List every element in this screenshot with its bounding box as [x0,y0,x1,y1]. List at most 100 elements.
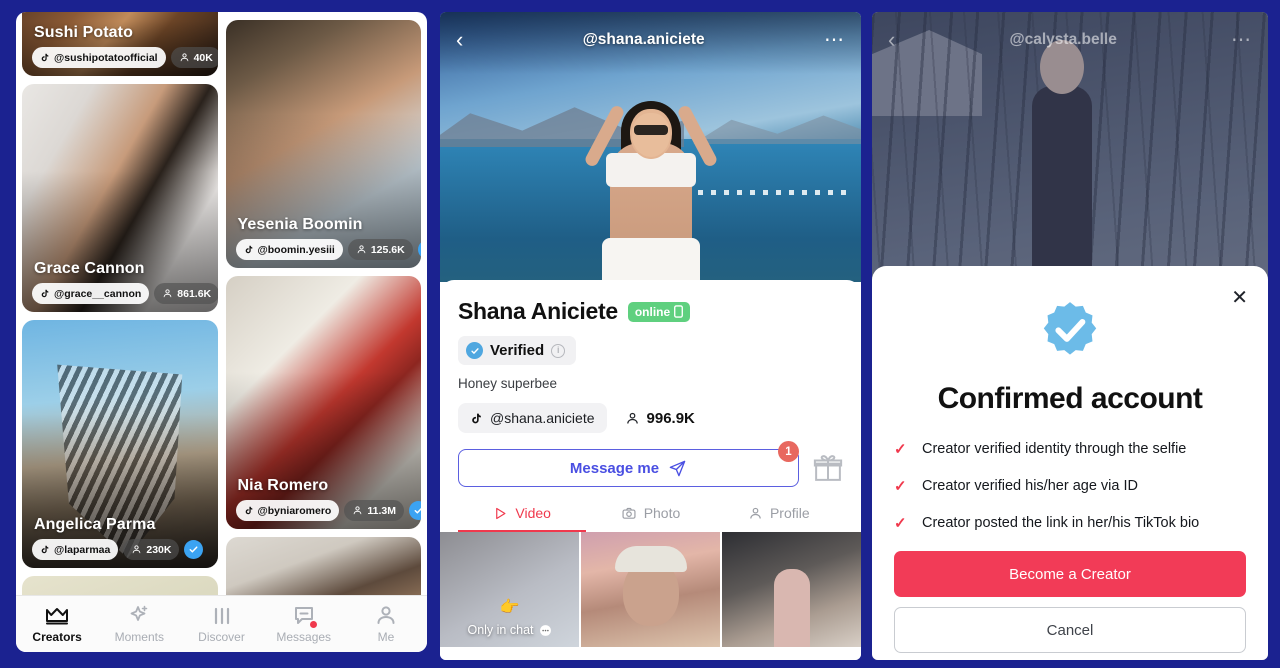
person-icon [375,604,397,626]
cancel-button[interactable]: Cancel [894,607,1246,653]
check-icon: ✓ [894,441,907,458]
creator-fans: 861.6K [177,287,212,300]
nav-label: Creators [32,630,82,644]
play-icon [496,507,506,519]
profile-fans-count: 996.9K [646,409,695,427]
verified-badge-icon [466,342,483,359]
only-in-chat-label: Only in chat [467,623,534,637]
creator-card[interactable]: Yesenia Boomin @boomin.yesiii 125.6K [225,20,421,268]
creator-card[interactable]: Nia Romero @byniaromero 11.3M [225,276,421,529]
person-icon [357,245,366,254]
message-me-label: Message me [569,459,660,477]
thumbnail-subject-cap [614,546,687,572]
creator-handle: @byniaromero [257,504,332,517]
tab-photo[interactable]: Photo [586,505,714,532]
creator-meta: @boomin.yesiii 125.6K [235,239,421,260]
check-icon: ✓ [894,478,907,495]
tab-video[interactable]: Video [458,505,587,532]
hero-subject-sunglasses [633,125,668,135]
modal-title: Confirmed account [937,382,1203,415]
creators-column-right: Yesenia Boomin @boomin.yesiii 125.6K Nia… [225,20,421,595]
unread-dot-badge [309,621,317,628]
gift-icon[interactable] [813,453,843,483]
verified-badge-icon [408,501,421,520]
creator-handle-chip: @byniaromero [235,500,340,521]
creator-photo [225,537,421,595]
confirmed-account-screen-panel: ‹ @calysta.belle ⋯ ✕ Confirmed account ✓… [872,12,1268,660]
creator-name: Angelica Parma [34,516,156,533]
chevron-left-icon[interactable]: ‹ [456,29,463,51]
hero-subject [576,57,726,282]
tab-label: Video [515,505,551,521]
become-a-creator-button[interactable]: Become a Creator [894,551,1246,597]
creator-handle: @grace__cannon [54,287,142,300]
creator-card[interactable]: Sushi Potato @sushipotatoofficial 40K [22,12,218,76]
video-thumbnail-locked[interactable]: 👉 Only in chat [440,532,579,647]
bars-icon [211,604,233,626]
creator-fans-chip: 230K [123,539,180,560]
profile-tabs: Video Photo Profile [458,505,843,532]
tab-label: Photo [643,505,681,521]
confirmed-account-modal: ✕ Confirmed account ✓ Creator verified i… [872,266,1268,660]
profile-handle-row: @shana.aniciete 996.9K [458,403,843,433]
nav-item-discover[interactable]: Discover [180,604,262,644]
nav-item-moments[interactable]: Moments [98,604,180,644]
hero-subject-skirt [601,238,700,282]
video-thumbnail[interactable] [581,532,720,647]
nav-item-creators[interactable]: Creators [16,604,98,644]
checklist-label: Creator verified identity through the se… [922,441,1187,457]
profile-header-title: @shana.aniciete [582,31,705,48]
creator-handle-chip: @grace__cannon [32,283,150,304]
checklist-label: Creator verified his/her age via ID [922,478,1138,494]
tiktok-icon [472,413,481,423]
thumbnail-subject [773,569,810,647]
more-dots-icon[interactable]: ⋯ [824,30,845,50]
person-icon [750,507,761,519]
chevron-left-icon[interactable]: ‹ [888,29,895,51]
creator-card-partial[interactable] [225,537,421,595]
send-icon [669,460,686,476]
creator-handle-chip: @boomin.yesiii [235,239,343,260]
chat-bubble-icon [539,624,551,636]
creator-fans: 40K [193,51,213,64]
more-dots-icon[interactable]: ⋯ [1231,30,1252,50]
tiktok-icon [245,245,252,254]
nav-item-me[interactable]: Me [345,604,427,644]
profile-handle-chip[interactable]: @shana.aniciete [458,403,607,433]
creator-fans-chip: 11.3M [344,500,404,521]
creator-meta: @grace__cannon 861.6K [32,283,218,304]
creators-column-left: Sushi Potato @sushipotatoofficial 40K Gr… [22,12,218,595]
creator-card[interactable]: Grace Cannon @grace__cannon 861.6K [22,84,218,312]
nav-item-messages[interactable]: Messages [263,604,345,644]
close-icon[interactable]: ✕ [1231,288,1248,308]
profile-detail-sheet: Shana Aniciete online Verified i Honey s… [440,280,861,660]
tab-profile[interactable]: Profile [715,505,843,532]
verified-badge-icon [417,240,421,259]
creator-name: Nia Romero [237,477,329,494]
creator-card-partial[interactable] [22,576,218,595]
nav-label: Discover [198,630,245,644]
checklist-item: ✓ Creator verified identity through the … [894,440,1246,458]
info-icon[interactable]: i [551,343,566,358]
message-me-button[interactable]: Message me [458,449,799,487]
creator-photo [22,576,218,595]
nav-label: Moments [114,630,164,644]
video-thumbnail[interactable] [722,532,861,647]
profile-cta-row: Message me 1 [458,441,843,487]
phone-icon [674,305,684,318]
modal-checklist: ✓ Creator verified identity through the … [894,440,1246,532]
creator-handle: @boomin.yesiii [257,243,335,256]
creator-meta: @sushipotatoofficial 40K [32,47,218,68]
person-icon [163,289,172,298]
tiktok-icon [41,53,49,62]
creator-card[interactable]: Angelica Parma @laparmaa 230K [22,320,218,568]
verified-status-pill[interactable]: Verified i [458,336,577,365]
creator-handle-chip: @laparmaa [32,539,119,560]
camera-icon [622,507,636,519]
creator-fans: 230K [146,543,172,556]
creator-handle-chip: @sushipotatoofficial [32,47,166,68]
dimmed-header-title: @calysta.belle [1009,31,1117,48]
profile-screen-panel: ‹ @shana.aniciete ⋯ Shana Aniciete onlin… [440,12,861,660]
creator-fans-chip: 861.6K [154,283,218,304]
profile-display-name: Shana Aniciete [458,298,618,324]
